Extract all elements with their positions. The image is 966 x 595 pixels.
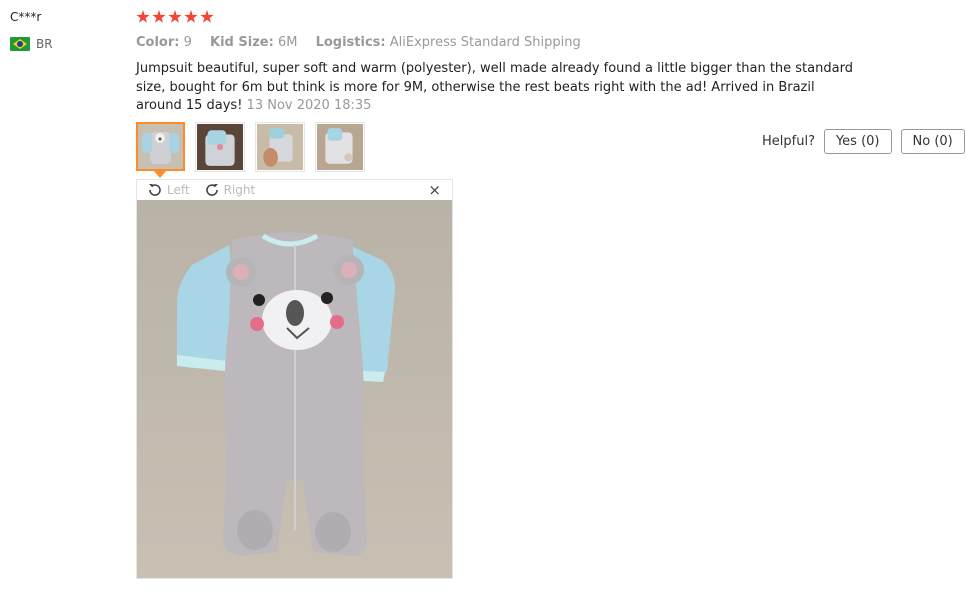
- review-photo-large: [137, 200, 452, 578]
- helpful-voting: Helpful? Yes (0) No (0): [762, 129, 965, 154]
- review-date: 13 Nov 2020 18:35: [246, 98, 372, 113]
- review-photo-thumb[interactable]: [255, 122, 305, 172]
- attr-color-key: Color:: [136, 35, 180, 50]
- active-thumb-indicator: [154, 171, 166, 178]
- photo-viewer: Left Right ×: [136, 179, 453, 579]
- helpful-label: Helpful?: [762, 134, 815, 149]
- review-photo-thumb[interactable]: [315, 122, 365, 172]
- photo-thumbnail-image: [257, 124, 303, 170]
- rotate-right-icon: [205, 184, 218, 196]
- country-code: BR: [36, 37, 53, 51]
- rotate-right-button[interactable]: Right: [204, 182, 256, 198]
- review-attributes: Color: 9 Kid Size: 6M Logistics: AliExpr…: [136, 35, 581, 50]
- reviewer-country: BR: [10, 37, 53, 51]
- review-photo-thumb[interactable]: [136, 122, 185, 178]
- rating-stars: [136, 10, 214, 24]
- close-icon[interactable]: ×: [428, 181, 441, 199]
- brazil-flag-icon: [10, 37, 30, 51]
- review-text: Jumpsuit beautiful, super soft and warm …: [136, 61, 853, 113]
- attr-size-key: Kid Size:: [210, 35, 274, 50]
- rotate-left-icon: [149, 184, 161, 196]
- attr-logistics-key: Logistics:: [315, 35, 386, 50]
- review-photo-thumbnails: [136, 122, 365, 178]
- photo-thumbnail-image: [197, 124, 243, 170]
- rotate-left-label: Left: [167, 183, 190, 197]
- star-icon: [136, 10, 150, 23]
- review-body: Jumpsuit beautiful, super soft and warm …: [136, 60, 861, 116]
- review-photo-thumb[interactable]: [195, 122, 245, 172]
- rotate-left-button[interactable]: Left: [147, 182, 190, 198]
- attr-color-value: 9: [183, 35, 192, 50]
- attr-logistics-value: AliExpress Standard Shipping: [389, 35, 581, 50]
- photo-thumbnail-image: [317, 124, 363, 170]
- rotate-right-label: Right: [223, 183, 256, 197]
- photo-viewer-toolbar: Left Right ×: [137, 180, 452, 200]
- helpful-yes-button[interactable]: Yes (0): [823, 129, 892, 154]
- reviewer-name: C***r: [10, 10, 42, 24]
- attr-size-value: 6M: [277, 35, 298, 50]
- photo-thumbnail-image: [138, 124, 183, 169]
- star-icon: [200, 10, 214, 23]
- helpful-no-button[interactable]: No (0): [900, 129, 965, 154]
- star-icon: [168, 10, 182, 23]
- star-icon: [184, 10, 198, 23]
- star-icon: [152, 10, 166, 23]
